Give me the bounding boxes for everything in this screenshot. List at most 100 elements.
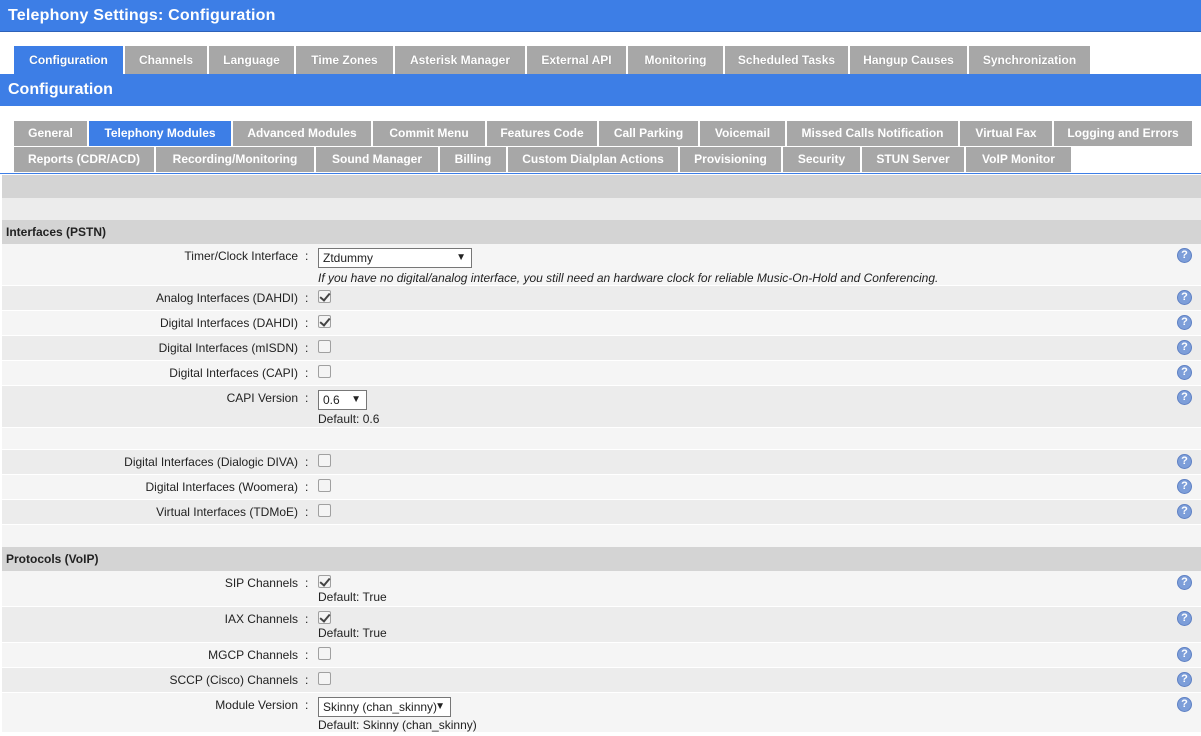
colon: :: [305, 576, 309, 590]
row-sip-channels: SIP Channels : Default: True ?: [2, 571, 1201, 607]
sip-channels-checkbox[interactable]: [318, 575, 331, 588]
help-icon[interactable]: ?: [1177, 290, 1192, 305]
digital-dahdi-checkbox[interactable]: [318, 315, 331, 328]
tab-scheduled-tasks[interactable]: Scheduled Tasks: [725, 46, 849, 74]
subtab-commit-menu[interactable]: Commit Menu: [373, 121, 486, 146]
help-icon[interactable]: ?: [1177, 365, 1192, 380]
field-label: Digital Interfaces (mISDN): [158, 341, 298, 355]
help-icon[interactable]: ?: [1177, 504, 1192, 519]
help-icon[interactable]: ?: [1177, 315, 1192, 330]
colon: :: [305, 316, 309, 330]
colon: :: [305, 249, 309, 263]
subtab-recording-monitoring[interactable]: Recording/Monitoring: [156, 147, 315, 172]
timer-clock-hint: If you have no digital/analog interface,…: [318, 271, 939, 285]
virtual-tdmoe-checkbox[interactable]: [318, 504, 331, 517]
spacer-row: [2, 428, 1201, 450]
field-label: Digital Interfaces (DAHDI): [159, 316, 298, 330]
tab-channels[interactable]: Channels: [125, 46, 208, 74]
subtab-advanced-modules[interactable]: Advanced Modules: [233, 121, 372, 146]
tab-time-zones[interactable]: Time Zones: [296, 46, 394, 74]
chevron-down-icon: ▼: [456, 252, 466, 263]
help-icon[interactable]: ?: [1177, 697, 1192, 712]
subtab-voicemail[interactable]: Voicemail: [700, 121, 786, 146]
module-version-selected-value: Skinny (chan_skinny): [323, 700, 438, 714]
row-sccp-channels: SCCP (Cisco) Channels : ?: [2, 668, 1201, 693]
subtab-custom-dialplan-actions[interactable]: Custom Dialplan Actions: [508, 147, 679, 172]
tab-asterisk-manager[interactable]: Asterisk Manager: [395, 46, 526, 74]
help-icon[interactable]: ?: [1177, 479, 1192, 494]
iax-channels-checkbox[interactable]: [318, 611, 331, 624]
digital-capi-checkbox[interactable]: [318, 365, 331, 378]
subtab-call-parking[interactable]: Call Parking: [599, 121, 699, 146]
subtab-sound-manager[interactable]: Sound Manager: [316, 147, 439, 172]
row-mgcp-channels: MGCP Channels : ?: [2, 643, 1201, 668]
sccp-channels-checkbox[interactable]: [318, 672, 331, 685]
colon: :: [305, 648, 309, 662]
field-label: SIP Channels: [224, 576, 298, 590]
row-digital-interfaces-misdn: Digital Interfaces (mISDN) : ?: [2, 336, 1201, 361]
colon: :: [305, 341, 309, 355]
digital-woomera-checkbox[interactable]: [318, 479, 331, 492]
tab-hangup-causes[interactable]: Hangup Causes: [850, 46, 968, 74]
timer-clock-selected-value: Ztdummy: [323, 251, 374, 265]
chevron-down-icon: ▼: [435, 701, 445, 712]
colon: :: [305, 612, 309, 626]
row-module-version: Module Version : Skinny (chan_skinny) ▼ …: [2, 693, 1201, 733]
help-icon[interactable]: ?: [1177, 390, 1192, 405]
tab-configuration[interactable]: Configuration: [14, 46, 124, 74]
help-icon[interactable]: ?: [1177, 647, 1192, 662]
digital-diva-checkbox[interactable]: [318, 454, 331, 467]
subtab-general[interactable]: General: [14, 121, 88, 146]
colon: :: [305, 291, 309, 305]
subtab-stun-server[interactable]: STUN Server: [862, 147, 965, 172]
tab-monitoring[interactable]: Monitoring: [628, 46, 724, 74]
subtab-reports[interactable]: Reports (CDR/ACD): [14, 147, 155, 172]
help-icon[interactable]: ?: [1177, 611, 1192, 626]
field-label: MGCP Channels: [208, 648, 298, 662]
row-digital-interfaces-dahdi: Digital Interfaces (DAHDI) : ?: [2, 311, 1201, 336]
subtab-features-code[interactable]: Features Code: [487, 121, 598, 146]
help-icon[interactable]: ?: [1177, 248, 1192, 263]
mgcp-channels-checkbox[interactable]: [318, 647, 331, 660]
subtab-logging-and-errors[interactable]: Logging and Errors: [1054, 121, 1193, 146]
subtab-missed-calls-notification[interactable]: Missed Calls Notification: [787, 121, 959, 146]
field-label: Digital Interfaces (CAPI): [169, 366, 298, 380]
field-label: Module Version: [215, 698, 298, 712]
subtab-billing[interactable]: Billing: [440, 147, 507, 172]
section-title: Configuration: [0, 74, 1201, 106]
field-label: Timer/Clock Interface: [184, 249, 298, 263]
row-digital-interfaces-diva: Digital Interfaces (Dialogic DIVA) : ?: [2, 450, 1201, 475]
field-label: SCCP (Cisco) Channels: [169, 673, 299, 687]
colon: :: [305, 480, 309, 494]
iax-default: Default: True: [318, 626, 387, 640]
row-capi-version: CAPI Version : 0.6 ▼ Default: 0.6 ?: [2, 386, 1201, 428]
tab-language[interactable]: Language: [209, 46, 295, 74]
help-icon[interactable]: ?: [1177, 672, 1192, 687]
colon: :: [305, 505, 309, 519]
colon: :: [305, 366, 309, 380]
module-version-select[interactable]: Skinny (chan_skinny) ▼: [318, 697, 451, 717]
colon: :: [305, 391, 309, 405]
capi-version-select[interactable]: 0.6 ▼: [318, 390, 367, 410]
tab-synchronization[interactable]: Synchronization: [969, 46, 1091, 74]
help-icon[interactable]: ?: [1177, 575, 1192, 590]
row-digital-interfaces-capi: Digital Interfaces (CAPI) : ?: [2, 361, 1201, 386]
subtab-provisioning[interactable]: Provisioning: [680, 147, 782, 172]
spacer: [2, 198, 1201, 220]
help-icon[interactable]: ?: [1177, 340, 1192, 355]
timer-clock-select[interactable]: Ztdummy ▼: [318, 248, 472, 268]
row-analog-interfaces-dahdi: Analog Interfaces (DAHDI) : ?: [2, 286, 1201, 311]
tab-external-api[interactable]: External API: [527, 46, 627, 74]
subtab-voip-monitor[interactable]: VoIP Monitor: [966, 147, 1072, 172]
analog-dahdi-checkbox[interactable]: [318, 290, 331, 303]
help-icon[interactable]: ?: [1177, 454, 1192, 469]
field-label: Virtual Interfaces (TDMoE): [156, 505, 298, 519]
subtab-telephony-modules[interactable]: Telephony Modules: [89, 121, 232, 146]
subtab-security[interactable]: Security: [783, 147, 861, 172]
module-version-default: Default: Skinny (chan_skinny): [318, 718, 477, 732]
row-virtual-interfaces-tdmoe: Virtual Interfaces (TDMoE) : ?: [2, 500, 1201, 525]
digital-misdn-checkbox[interactable]: [318, 340, 331, 353]
field-label: CAPI Version: [226, 391, 298, 405]
field-label: IAX Channels: [224, 612, 298, 626]
subtab-virtual-fax[interactable]: Virtual Fax: [960, 121, 1053, 146]
